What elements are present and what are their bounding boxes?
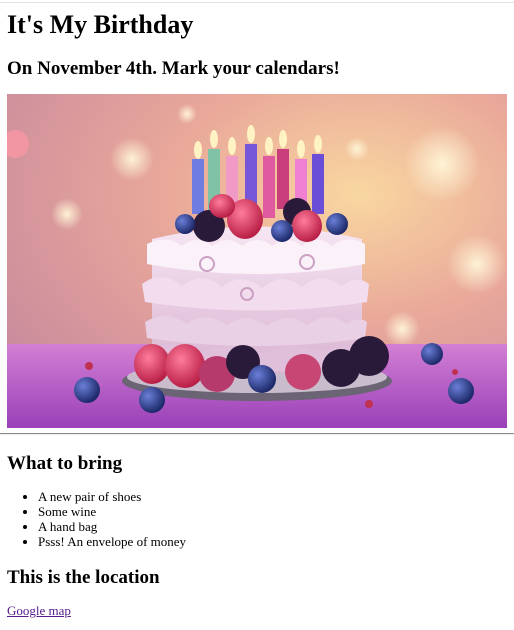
top-border bbox=[0, 2, 514, 3]
bring-list: A new pair of shoes Some wine A hand bag… bbox=[7, 489, 186, 549]
list-item: A new pair of shoes bbox=[38, 489, 186, 504]
birthday-cake-image bbox=[7, 94, 507, 428]
page-title: It's My Birthday bbox=[7, 10, 194, 39]
event-date-subtitle: On November 4th. Mark your calendars! bbox=[7, 58, 340, 79]
section-divider bbox=[0, 433, 514, 435]
list-item: A hand bag bbox=[38, 519, 186, 534]
google-map-link[interactable]: Google map bbox=[7, 603, 71, 619]
what-to-bring-heading: What to bring bbox=[7, 453, 123, 474]
list-item: Some wine bbox=[38, 504, 186, 519]
location-heading: This is the location bbox=[7, 567, 160, 588]
list-item: Psss! An envelope of money bbox=[38, 534, 186, 549]
